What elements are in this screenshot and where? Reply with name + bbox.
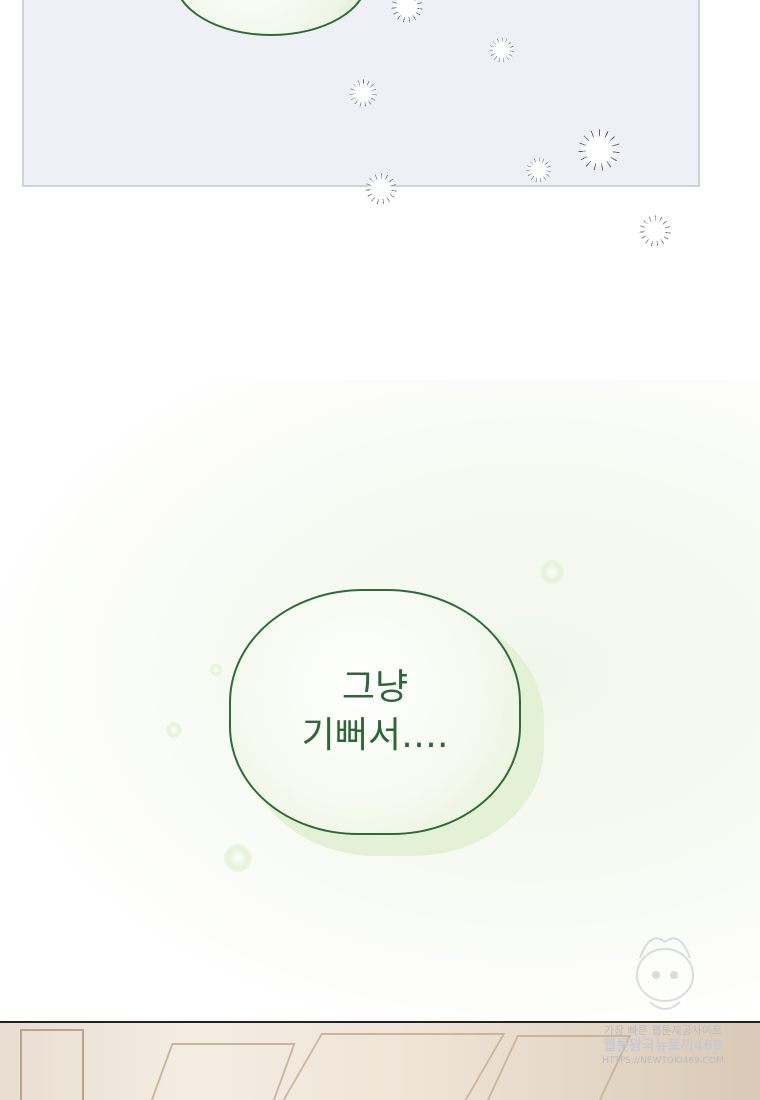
glow-dot — [540, 560, 564, 584]
watermark-line-2: 웹툰왕국뉴토끼469 — [603, 1038, 723, 1054]
speech-bubble-line-1: 그냥 — [341, 667, 409, 708]
watermark-line-1: 가장 빠른 웹툰제공사이트 — [603, 1024, 723, 1037]
sparkle-icon — [579, 130, 619, 170]
glow-dot — [224, 844, 252, 872]
sparkle-icon — [366, 174, 396, 204]
watermark-line-3: HTTPS://NEWTOKI469.COM — [602, 1056, 724, 1066]
top-speech-bubble — [174, 0, 368, 36]
sparkle-icon — [392, 0, 422, 22]
top-panel — [22, 0, 700, 187]
sparkle-icon — [640, 216, 670, 246]
glow-dot — [210, 664, 222, 676]
speech-bubble: 그냥 기뻐서…. — [229, 589, 521, 835]
decorative-frame — [148, 1043, 296, 1100]
sparkle-icon — [490, 38, 514, 62]
sparkle-icon — [350, 80, 376, 106]
glow-dot — [166, 722, 182, 738]
decorative-pillar — [20, 1029, 84, 1100]
mascot-icon — [636, 937, 694, 1010]
speech-bubble-line-2: 기뻐서…. — [301, 715, 449, 756]
sparkle-icon — [527, 158, 551, 182]
watermark: 가장 빠른 웹툰제공사이트 웹툰왕국뉴토끼469 HTTPS://NEWTOKI… — [596, 1024, 730, 1086]
decorative-frame — [278, 1033, 506, 1100]
